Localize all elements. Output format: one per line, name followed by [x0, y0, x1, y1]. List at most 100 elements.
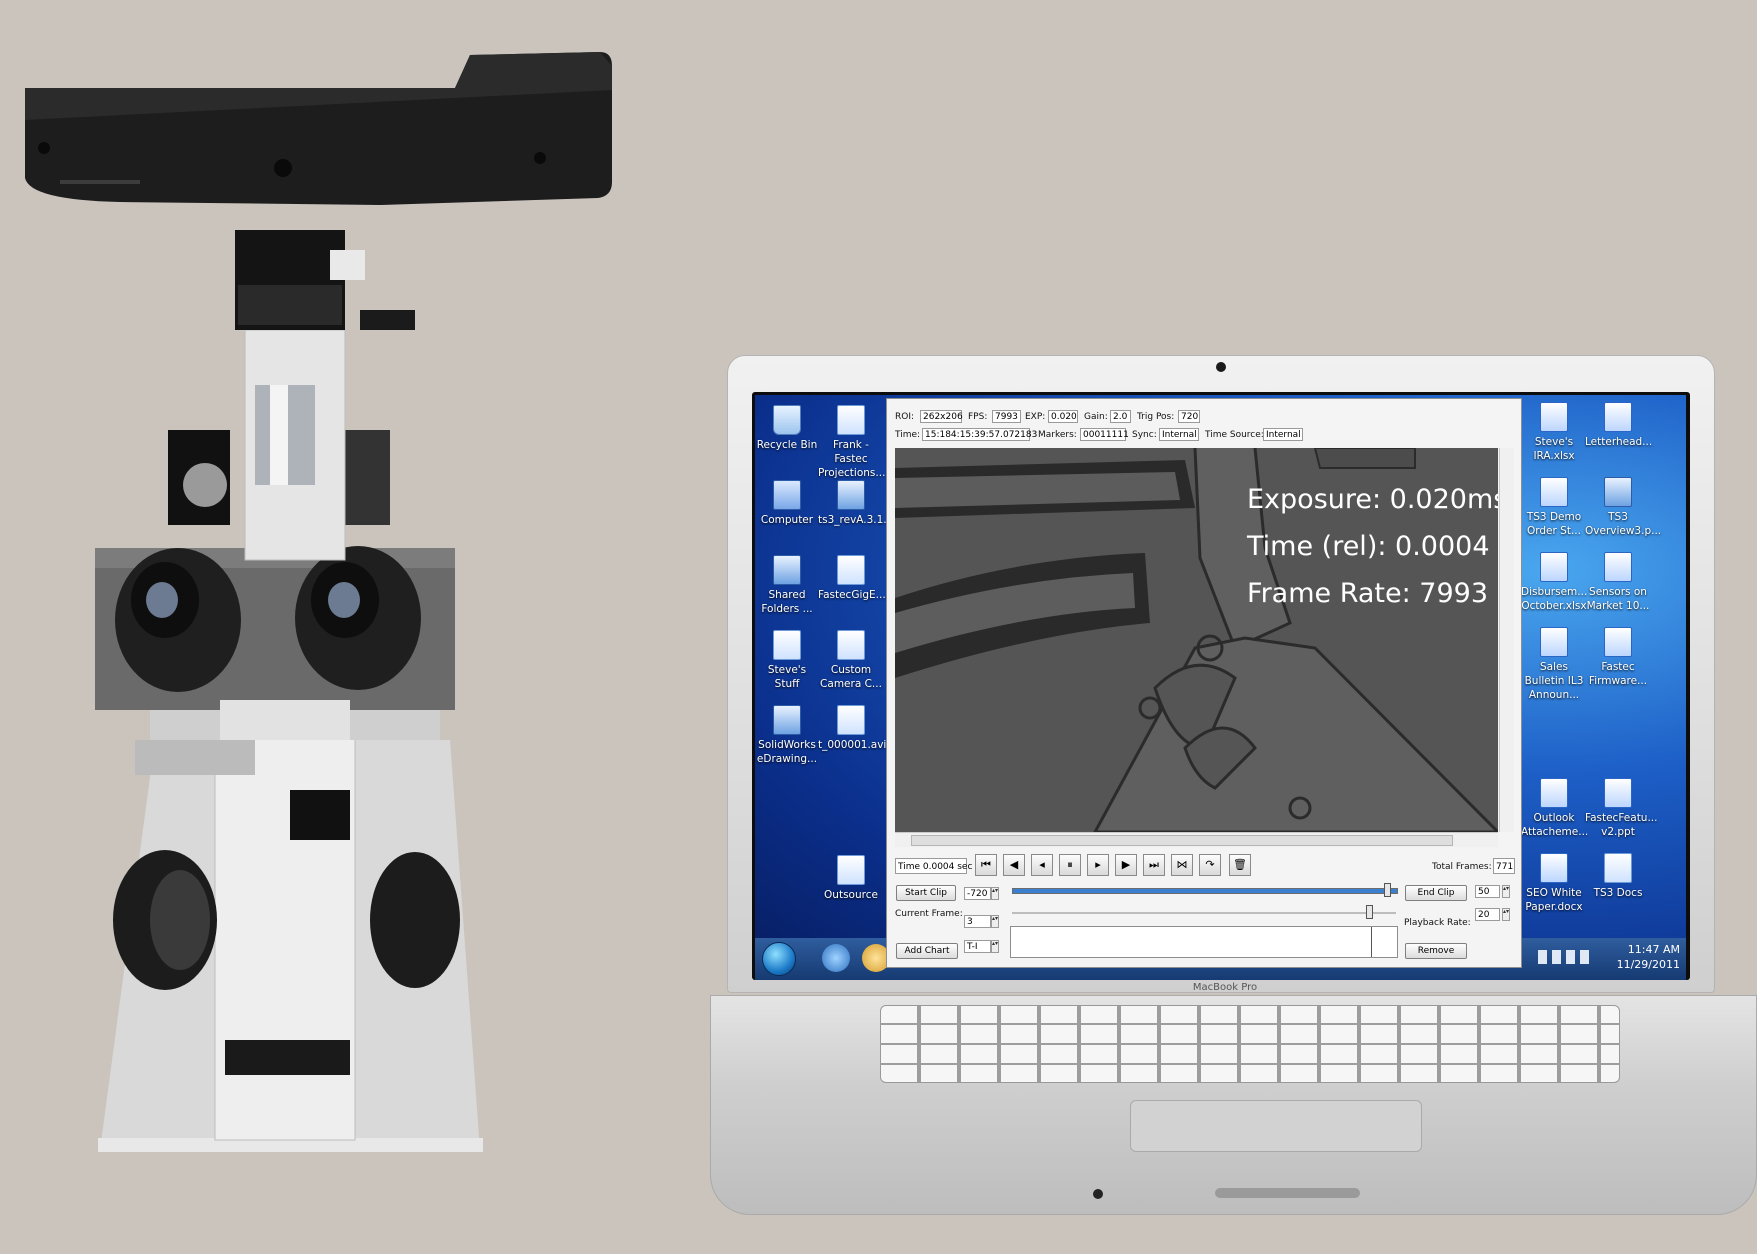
video-vertical-scrollbar[interactable] — [1499, 448, 1514, 832]
desktop-icon[interactable]: Custom Camera C... — [818, 630, 884, 691]
start-clip-value[interactable]: -720 — [964, 887, 991, 900]
horizontal-scroll-thumb[interactable] — [911, 835, 1453, 846]
desktop-icon-label: Steve's IRA.xlsx — [1533, 436, 1575, 462]
desktop-icon[interactable]: Steve's IRA.xlsx — [1521, 402, 1587, 463]
desktop-icon-label: Steve's Stuff — [767, 664, 807, 690]
fps-value: 7993 — [992, 410, 1021, 423]
desktop-icon[interactable]: Letterhead... — [1585, 402, 1653, 449]
desktop-icon[interactable]: Computer — [754, 480, 820, 527]
loop-icon[interactable]: ↷ — [1199, 854, 1221, 876]
sync-value: Internal — [1159, 428, 1199, 441]
desktop-icon-label: Disbursem... October.xlsx — [1521, 586, 1588, 612]
play-icon[interactable]: ▸ — [1087, 854, 1109, 876]
start-clip-button[interactable]: Start Clip — [896, 885, 956, 901]
desktop-icon[interactable]: TS3 Demo Order St... — [1521, 477, 1587, 538]
desktop-icon[interactable]: Outsource — [818, 855, 884, 902]
clip-slider-handle[interactable] — [1384, 883, 1391, 897]
desktop-icon[interactable]: TS3 Overview3.p... — [1585, 477, 1662, 538]
folder-icon — [837, 855, 865, 885]
system-tray-icons[interactable] — [1538, 950, 1594, 964]
desktop-icon[interactable]: ts3_revA.3.1... — [818, 480, 893, 527]
desktop-icon[interactable]: Sales Bulletin IL3 Announ... — [1521, 627, 1587, 702]
taskbar-clock[interactable]: 11:47 AM 11/29/2011 — [1600, 942, 1680, 972]
internet-explorer-icon[interactable] — [822, 944, 850, 972]
play-reverse-icon[interactable]: ◂ — [1031, 854, 1053, 876]
focus-knob-right — [370, 852, 460, 988]
spreadsheet-icon — [1540, 402, 1568, 432]
step-forward-icon[interactable]: ▶ — [1115, 854, 1137, 876]
time-source-label: Time Source: — [1205, 430, 1264, 440]
video-file-icon — [837, 705, 865, 735]
app-shortcut-icon — [837, 480, 865, 510]
start-button[interactable] — [762, 942, 796, 976]
end-clip-value[interactable]: 50 — [1475, 885, 1500, 898]
desktop-icon-label: Shared Folders ... — [761, 589, 813, 615]
start-clip-spinner[interactable]: ▴▾ — [991, 887, 999, 900]
markers-label: Markers: — [1038, 430, 1077, 440]
desktop-icon[interactable]: Frank - Fastec Projections... — [818, 405, 885, 480]
desktop-icon-label: Letterhead... — [1585, 436, 1653, 448]
skip-to-start-icon[interactable]: ⏮ — [975, 854, 997, 876]
presentation-icon — [1604, 778, 1632, 808]
delete-trash-icon[interactable]: 🗑 — [1229, 854, 1251, 876]
document-icon — [837, 555, 865, 585]
word-document-icon — [1540, 778, 1568, 808]
word-document-icon — [1540, 627, 1568, 657]
desktop-icon-label: Recycle Bin — [756, 439, 818, 451]
desktop-icon-label: t_000001.avi — [818, 739, 887, 751]
time-source-value: Internal — [1263, 428, 1303, 441]
overlay-frame-rate: Frame Rate: 7993 — [1247, 578, 1489, 609]
microscope-photo — [25, 52, 612, 1152]
desktop-icon[interactable]: Shared Folders ... — [754, 555, 820, 616]
clip-range-slider[interactable] — [1012, 883, 1398, 897]
desktop-icon[interactable]: t_000001.avi — [818, 705, 887, 752]
end-clip-spinner[interactable]: ▴▾ — [1502, 885, 1510, 898]
markers-value: 00011111 — [1080, 428, 1129, 441]
current-frame-slider[interactable] — [1012, 905, 1396, 919]
desktop-icon-label: TS3 Docs — [1593, 887, 1643, 899]
video-horizontal-scrollbar[interactable] — [895, 832, 1498, 847]
desktop-icon[interactable]: Sensors on Market 10... — [1585, 552, 1651, 613]
desktop-icon[interactable]: FastecGigE... — [818, 555, 886, 602]
chart-area[interactable] — [1010, 926, 1398, 958]
remove-button[interactable]: Remove — [1405, 943, 1467, 959]
word-document-icon — [1540, 853, 1568, 883]
word-document-icon — [1604, 627, 1632, 657]
end-clip-button[interactable]: End Clip — [1405, 885, 1467, 901]
desktop-icon[interactable]: FastecFeatu... v2.ppt — [1585, 778, 1657, 839]
playback-rate-value[interactable]: 20 — [1475, 908, 1500, 921]
playback-rate-spinner[interactable]: ▴▾ — [1502, 908, 1510, 921]
keyboard-rows — [880, 1005, 1620, 1083]
document-icon — [837, 630, 865, 660]
trig-pos-label: Trig Pos: — [1137, 412, 1175, 422]
clock-date: 11/29/2011 — [1616, 958, 1680, 971]
overlay-time-rel: Time (rel): 0.0004 — [1247, 531, 1490, 562]
laptop-sleep-indicator — [1093, 1189, 1103, 1199]
video-frame-viewer[interactable]: Exposure: 0.020ms Time (rel): 0.0004 Fra… — [895, 448, 1498, 832]
desktop-icon[interactable]: Outlook Attacheme... — [1521, 778, 1588, 839]
desktop-icon[interactable]: TS3 Docs — [1585, 853, 1651, 900]
chart-channel-value[interactable]: T-I — [964, 940, 991, 953]
skip-to-end-icon[interactable]: ⏭ — [1143, 854, 1165, 876]
step-back-icon[interactable]: ◀ — [1003, 854, 1025, 876]
webcam-icon — [1216, 362, 1226, 372]
trigger-marker-icon[interactable]: ⋈ — [1171, 854, 1193, 876]
frame-slider-handle[interactable] — [1366, 905, 1373, 919]
desktop-icon[interactable]: Fastec Firmware... — [1585, 627, 1651, 688]
current-frame-spinner[interactable]: ▴▾ — [991, 915, 999, 928]
folder-icon — [773, 630, 801, 660]
chart-channel-spinner[interactable]: ▴▾ — [991, 940, 999, 953]
add-chart-button[interactable]: Add Chart — [896, 943, 958, 959]
desktop-icon[interactable]: SolidWorks eDrawing... — [754, 705, 820, 766]
folder-icon — [1604, 853, 1632, 883]
desktop-icon[interactable]: SEO White Paper.docx — [1521, 853, 1587, 914]
total-frames-label: Total Frames: — [1432, 862, 1492, 872]
desktop-icon[interactable]: Steve's Stuff — [754, 630, 820, 691]
desktop-icon[interactable]: Recycle Bin — [754, 405, 820, 452]
desktop-icon-label: TS3 Overview3.p... — [1585, 511, 1662, 537]
current-frame-value[interactable]: 3 — [964, 915, 991, 928]
pause-icon[interactable]: ⏸ — [1059, 854, 1081, 876]
computer-icon — [773, 480, 801, 510]
desktop-icon[interactable]: Disbursem... October.xlsx — [1521, 552, 1587, 613]
time-display: Time 0.0004 sec — [895, 858, 972, 874]
